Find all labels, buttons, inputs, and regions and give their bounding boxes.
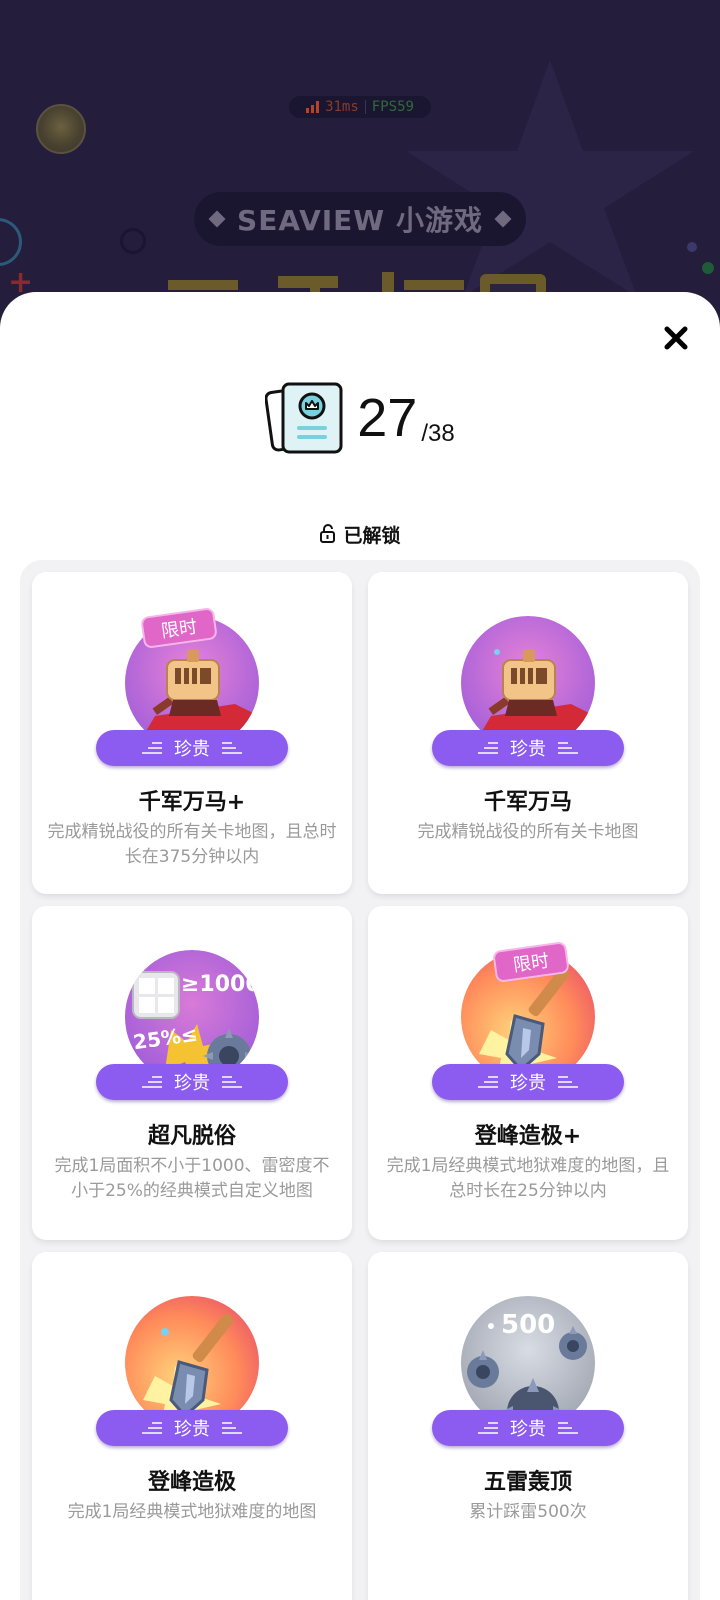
- achievement-card[interactable]: 限时 珍贵 登峰造极+ 完成1局经典模式地狱难度的地图，且总时长在25分钟以内: [368, 906, 688, 1240]
- latency-text: 31ms: [325, 99, 359, 115]
- stripes-icon: [478, 1076, 498, 1088]
- achievement-card[interactable]: ≥1000 25%≤ 珍贵 超凡脱俗 完成1局面积不小于1000、雷密度不小于2…: [32, 906, 352, 1240]
- stripes-icon: [222, 742, 242, 754]
- achievement-card[interactable]: 500 珍贵 五雷轰顶 累计踩雷500次: [368, 1252, 688, 1600]
- game-label-text: SEAVIEW 小游戏: [237, 204, 483, 237]
- total-count: /38: [421, 420, 455, 447]
- diamond-icon: [208, 210, 226, 228]
- badge-text: 500: [501, 1310, 556, 1340]
- achievement-description: 完成1局经典模式地狱难度的地图，且总时长在25分钟以内: [386, 1156, 670, 1201]
- rarity-badge: 珍贵: [432, 730, 624, 766]
- achievement-description: 完成精锐战役的所有关卡地图，且总时长在375分钟以内: [47, 822, 337, 867]
- stripes-icon: [558, 742, 578, 754]
- achievement-grid: 限时 珍贵 千军万马+ 完成精锐战役的所有关卡地图，且总时长在375分钟以内 珍…: [20, 560, 700, 1600]
- achievement-description: 完成1局面积不小于1000、雷密度不小于25%的经典模式自定义地图: [54, 1156, 330, 1201]
- unlocked-filter[interactable]: 已解锁: [0, 520, 720, 548]
- decorative-ring-icon: [0, 218, 22, 266]
- unlocked-count: 27: [357, 388, 418, 448]
- game-background: 31ms FPS59 + SEAVIEW 小游戏: [0, 0, 720, 330]
- stripes-icon: [478, 742, 498, 754]
- decorative-dot: [702, 262, 714, 274]
- game-label: SEAVIEW 小游戏: [194, 192, 526, 246]
- fps-text: FPS59: [371, 99, 414, 115]
- rarity-label: 珍贵: [510, 1419, 546, 1440]
- achievement-description: 累计踩雷500次: [469, 1502, 587, 1522]
- achievement-title: 千军万马: [483, 790, 572, 815]
- achievements-sheet: 27 /38 已解锁 限时 珍贵 千军万马+ 完成精锐战役的所有关卡地图，且总时…: [0, 292, 720, 1600]
- certificate-icon: [265, 382, 343, 454]
- achievement-card[interactable]: 珍贵 登峰造极 完成1局经典模式地狱难度的地图: [32, 1252, 352, 1600]
- stripes-icon: [558, 1076, 578, 1088]
- rarity-label: 珍贵: [174, 1419, 210, 1440]
- rarity-label: 珍贵: [174, 1073, 210, 1094]
- close-icon: [664, 326, 688, 350]
- achievement-title: 超凡脱俗: [147, 1124, 236, 1149]
- achievement-title: 五雷轰顶: [483, 1470, 572, 1495]
- achievement-description: 完成精锐战役的所有关卡地图: [417, 822, 639, 842]
- stripes-icon: [142, 742, 162, 754]
- rarity-badge: 珍贵: [432, 1410, 624, 1446]
- stripes-icon: [558, 1422, 578, 1434]
- decorative-ring-icon: [120, 228, 146, 254]
- stripes-icon: [222, 1422, 242, 1434]
- diamond-icon: [494, 210, 512, 228]
- rarity-badge: 珍贵: [432, 1064, 624, 1100]
- close-button[interactable]: [660, 322, 692, 354]
- divider: [364, 100, 366, 114]
- stripes-icon: [142, 1422, 162, 1434]
- achievement-title: 登峰造极: [147, 1470, 236, 1495]
- rarity-badge: 珍贵: [96, 1410, 288, 1446]
- decorative-dot: [687, 242, 697, 252]
- signal-bars-icon: [306, 101, 320, 113]
- achievement-title: 登峰造极+: [474, 1124, 582, 1149]
- unlocked-filter-label: 已解锁: [343, 524, 401, 547]
- rarity-label: 珍贵: [510, 739, 546, 760]
- achievement-card[interactable]: 珍贵 千军万马 完成精锐战役的所有关卡地图: [368, 572, 688, 894]
- rarity-badge: 珍贵: [96, 730, 288, 766]
- stripes-icon: [478, 1422, 498, 1434]
- stripes-icon: [142, 1076, 162, 1088]
- rarity-label: 珍贵: [510, 1073, 546, 1094]
- stripes-icon: [222, 1076, 242, 1088]
- unlock-icon: [320, 524, 336, 543]
- achievement-summary: 27 /38: [0, 380, 720, 456]
- performance-indicator: 31ms FPS59: [289, 96, 431, 118]
- avatar: [36, 104, 86, 154]
- badge-text: ≥1000: [181, 972, 259, 997]
- achievement-description: 完成1局经典模式地狱难度的地图: [67, 1502, 317, 1522]
- achievement-card[interactable]: 限时 珍贵 千军万马+ 完成精锐战役的所有关卡地图，且总时长在375分钟以内: [32, 572, 352, 894]
- achievement-title: 千军万马+: [138, 790, 246, 815]
- rarity-label: 珍贵: [174, 739, 210, 760]
- rarity-badge: 珍贵: [96, 1064, 288, 1100]
